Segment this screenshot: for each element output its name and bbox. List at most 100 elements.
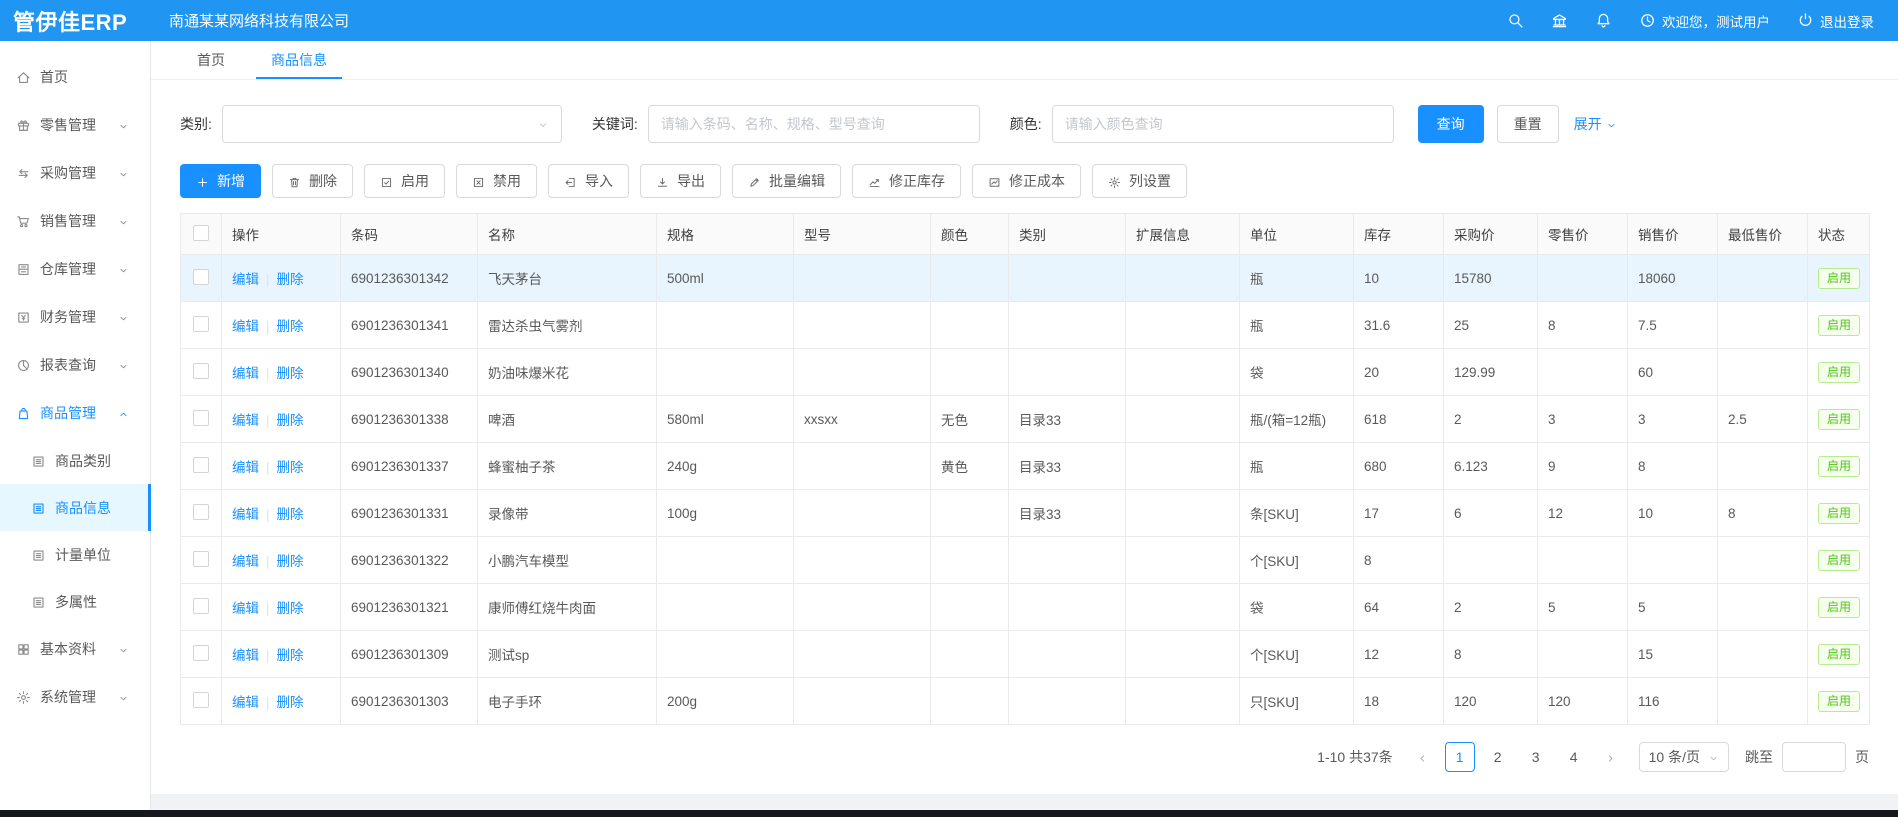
cell-ext-info — [1126, 255, 1240, 302]
sidebar-item-measure-unit[interactable]: 计量单位 — [0, 531, 150, 578]
sidebar-item-retail[interactable]: 零售管理 — [0, 101, 150, 149]
page-3-button[interactable]: 3 — [1521, 742, 1551, 772]
sidebar-item-goods[interactable]: 商品管理 — [0, 389, 150, 437]
bell-icon[interactable] — [1595, 12, 1612, 29]
tab-goods-info[interactable]: 商品信息 — [248, 41, 350, 79]
edit-link[interactable]: 编辑 — [232, 648, 259, 663]
sidebar-item-reports[interactable]: 报表查询 — [0, 341, 150, 389]
cell-purchase-price: 6 — [1444, 490, 1538, 537]
cell-retail-price: 8 — [1538, 302, 1628, 349]
search-icon[interactable] — [1507, 12, 1524, 29]
delete-link[interactable]: 删除 — [277, 507, 304, 522]
chevron-down-icon — [118, 261, 138, 277]
user-welcome[interactable]: 欢迎您，测试用户 — [1639, 11, 1770, 31]
bank-icon[interactable] — [1551, 12, 1568, 29]
add-button[interactable]: 新增 — [180, 164, 261, 198]
sidebar-item-home[interactable]: 首页 — [0, 53, 150, 101]
sidebar-item-label: 仓库管理 — [40, 259, 118, 279]
gear-icon — [16, 689, 40, 706]
chart-box-icon — [988, 173, 1001, 189]
row-checkbox[interactable] — [193, 692, 209, 708]
sidebar-item-label: 系统管理 — [40, 687, 118, 707]
row-checkbox[interactable] — [193, 598, 209, 614]
color-input[interactable] — [1052, 105, 1394, 143]
row-checkbox[interactable] — [193, 504, 209, 520]
list-icon — [31, 499, 55, 516]
delete-link[interactable]: 删除 — [277, 648, 304, 663]
edit-link[interactable]: 编辑 — [232, 554, 259, 569]
row-checkbox[interactable] — [193, 457, 209, 473]
row-checkbox[interactable] — [193, 410, 209, 426]
sidebar-item-multi-attr[interactable]: 多属性 — [0, 578, 150, 625]
page-4-button[interactable]: 4 — [1559, 742, 1589, 772]
row-checkbox[interactable] — [193, 363, 209, 379]
cell-retail-price — [1538, 631, 1628, 678]
cell-stock: 18 — [1354, 678, 1444, 725]
sidebar-item-goods-info[interactable]: 商品信息 — [0, 484, 150, 531]
toolbar-button-label: 列设置 — [1129, 171, 1171, 191]
sidebar-item-goods-category[interactable]: 商品类别 — [0, 437, 150, 484]
export-button[interactable]: 导出 — [640, 164, 721, 198]
delete-link[interactable]: 删除 — [277, 460, 304, 475]
import-button[interactable]: 导入 — [548, 164, 629, 198]
sidebar-item-basic-data[interactable]: 基本资料 — [0, 625, 150, 673]
column-settings-button[interactable]: 列设置 — [1092, 164, 1187, 198]
expand-link[interactable]: 展开 — [1574, 114, 1617, 134]
edit-link[interactable]: 编辑 — [232, 460, 259, 475]
prev-page-button[interactable] — [1409, 742, 1437, 772]
delete-link[interactable]: 删除 — [277, 601, 304, 616]
fix-cost-button[interactable]: 修正成本 — [972, 164, 1081, 198]
reset-button[interactable]: 重置 — [1497, 105, 1559, 143]
edit-link[interactable]: 编辑 — [232, 319, 259, 334]
page-1-button[interactable]: 1 — [1445, 742, 1475, 772]
row-checkbox[interactable] — [193, 316, 209, 332]
category-select[interactable] — [222, 105, 562, 143]
select-all-checkbox[interactable] — [193, 225, 209, 241]
logout-button[interactable]: 退出登录 — [1797, 11, 1874, 31]
sidebar-item-warehouse[interactable]: 仓库管理 — [0, 245, 150, 293]
goods-table: 操作条码名称规格型号颜色类别扩展信息单位库存采购价零售价销售价最低售价状态 编辑… — [180, 213, 1870, 725]
chevron-down-icon — [118, 309, 138, 325]
edit-link[interactable]: 编辑 — [232, 366, 259, 381]
edit-link[interactable]: 编辑 — [232, 601, 259, 616]
page-2-button[interactable]: 2 — [1483, 742, 1513, 772]
edit-link[interactable]: 编辑 — [232, 695, 259, 710]
keyword-input[interactable] — [648, 105, 980, 143]
sidebar-item-label: 商品类别 — [55, 451, 138, 471]
edit-link[interactable]: 编辑 — [232, 507, 259, 522]
cell-sale-price: 7.5 — [1628, 302, 1718, 349]
edit-link[interactable]: 编辑 — [232, 272, 259, 287]
row-checkbox[interactable] — [193, 551, 209, 567]
search-button[interactable]: 查询 — [1418, 105, 1484, 143]
sidebar-item-label: 多属性 — [55, 592, 138, 612]
sidebar-item-sales[interactable]: 销售管理 — [0, 197, 150, 245]
delete-link[interactable]: 删除 — [277, 554, 304, 569]
batch-edit-button[interactable]: 批量编辑 — [732, 164, 841, 198]
sidebar-item-system[interactable]: 系统管理 — [0, 673, 150, 721]
enable-button[interactable]: 启用 — [364, 164, 445, 198]
page-size-select[interactable]: 10 条/页 — [1639, 742, 1729, 772]
row-checkbox[interactable] — [193, 645, 209, 661]
delete-button[interactable]: 删除 — [272, 164, 353, 198]
page-size-value: 10 条/页 — [1649, 747, 1700, 767]
cell-unit: 袋 — [1240, 584, 1354, 631]
cell-category — [1009, 678, 1126, 725]
tab-home[interactable]: 首页 — [174, 41, 248, 79]
delete-link[interactable]: 删除 — [277, 366, 304, 381]
next-page-button[interactable] — [1597, 742, 1625, 772]
delete-link[interactable]: 删除 — [277, 319, 304, 334]
jump-page-input[interactable] — [1782, 742, 1846, 772]
fix-stock-button[interactable]: 修正库存 — [852, 164, 961, 198]
disable-button[interactable]: 禁用 — [456, 164, 537, 198]
delete-link[interactable]: 删除 — [277, 695, 304, 710]
delete-link[interactable]: 删除 — [277, 272, 304, 287]
op-separator: | — [266, 554, 270, 569]
row-checkbox[interactable] — [193, 269, 209, 285]
cell-min-price: 2.5 — [1718, 396, 1808, 443]
sidebar-item-finance[interactable]: 财务管理 — [0, 293, 150, 341]
cell-spec — [657, 302, 794, 349]
delete-link[interactable]: 删除 — [277, 413, 304, 428]
edit-link[interactable]: 编辑 — [232, 413, 259, 428]
gift-icon — [16, 117, 40, 134]
sidebar-item-purchase[interactable]: 采购管理 — [0, 149, 150, 197]
